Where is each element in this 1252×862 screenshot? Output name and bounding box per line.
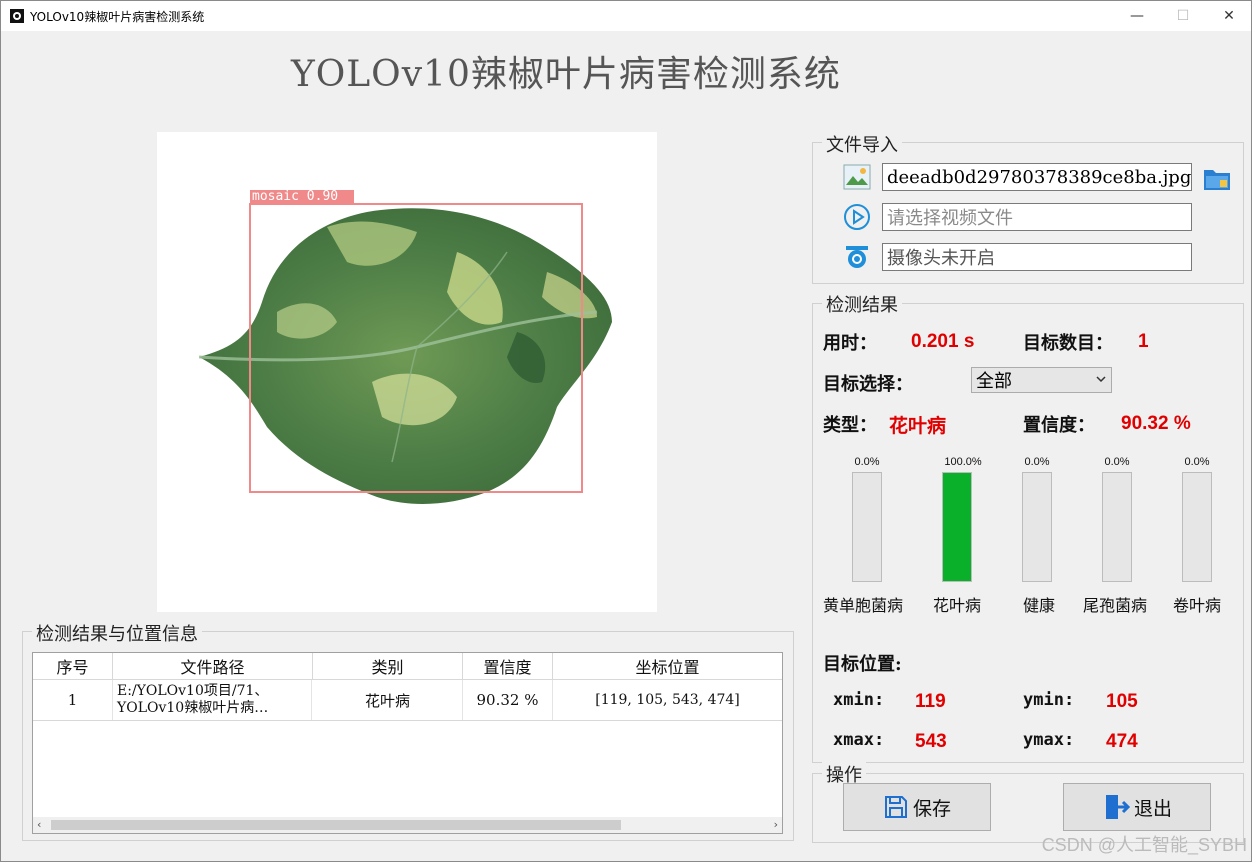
image-file-value: deeadb0d29780378389ce8ba.jpg xyxy=(887,166,1192,188)
type-value: 花叶病 xyxy=(889,415,947,437)
ymax-label: ymax: xyxy=(1023,730,1075,750)
save-button[interactable]: 保存 xyxy=(843,783,991,831)
video-file-placeholder: 请选择视频文件 xyxy=(887,208,1013,229)
file-import-legend: 文件导入 xyxy=(822,131,902,157)
exit-icon xyxy=(1105,795,1131,819)
detection-result-legend: 检测结果 xyxy=(822,291,902,317)
window-title: YOLOv10辣椒叶片病害检测系统 xyxy=(30,10,205,24)
time-value: 0.201 s xyxy=(911,331,975,352)
maximize-icon: ☐ xyxy=(1176,8,1190,24)
type-label: 类型： xyxy=(823,415,877,436)
prob-class-3: 尾孢菌病 xyxy=(1083,596,1148,615)
image-view: mosaic 0.90 xyxy=(157,132,657,612)
camera-icon[interactable] xyxy=(843,243,871,271)
page-title: YOLOv10辣椒叶片病害检测系统 xyxy=(291,54,841,95)
results-table-legend: 检测结果与位置信息 xyxy=(32,620,202,646)
xmax-label: xmax: xyxy=(833,730,885,750)
confidence-value: 90.32 % xyxy=(1121,413,1191,434)
cell-path-line1: E:/YOLOv10项目/71、 xyxy=(117,683,269,699)
prob-bar-0 xyxy=(852,472,882,582)
save-icon xyxy=(884,796,907,818)
cell-confidence: 90.32 % xyxy=(463,680,553,720)
prob-class-1: 花叶病 xyxy=(933,596,982,615)
prob-bar-fill-1 xyxy=(943,473,971,581)
cell-index: 1 xyxy=(33,680,113,720)
video-file-field[interactable]: 请选择视频文件 xyxy=(882,203,1192,231)
minimize-icon: — xyxy=(1130,8,1144,24)
close-button[interactable]: ✕ xyxy=(1206,1,1252,31)
table-row[interactable]: 1 E:/YOLOv10项目/71、 YOLOv10辣椒叶片病… 花叶病 90.… xyxy=(33,653,782,721)
prob-class-0: 黄单胞菌病 xyxy=(823,596,904,615)
leaf-image xyxy=(198,190,612,504)
cell-category: 花叶病 xyxy=(313,680,463,720)
cell-coords: [119, 105, 543, 474] xyxy=(595,692,740,708)
target-select[interactable]: 全部 xyxy=(971,367,1112,393)
prob-percent-3: 0.0% xyxy=(1104,456,1130,468)
minimize-button[interactable]: — xyxy=(1114,1,1160,31)
xmin-label: xmin: xyxy=(833,690,885,710)
prob-percent-2: 0.0% xyxy=(1024,456,1050,468)
target-select-label: 目标选择： xyxy=(823,374,913,395)
count-label: 目标数目： xyxy=(1023,333,1113,354)
scrollbar-thumb[interactable] xyxy=(51,820,621,830)
camera-status-field[interactable]: 摄像头未开启 xyxy=(882,243,1192,271)
folder-icon[interactable] xyxy=(1202,164,1232,192)
ymin-label: ymin: xyxy=(1023,690,1075,710)
title-bar[interactable]: YOLOv10辣椒叶片病害检测系统 — ☐ ✕ xyxy=(1,1,1251,31)
cell-path-line2: YOLOv10辣椒叶片病… xyxy=(117,700,269,716)
xmax-value: 543 xyxy=(915,731,947,752)
watermark: CSDN @人工智能_SYBH xyxy=(1041,835,1247,855)
prob-percent-0: 0.0% xyxy=(854,456,880,468)
target-select-value: 全部 xyxy=(976,371,1012,392)
scroll-right-icon[interactable]: › xyxy=(774,818,778,831)
results-table[interactable]: 序号 文件路径 类别 置信度 坐标位置 1 E:/YOLOv10项目/71、 Y… xyxy=(32,652,783,834)
xmin-value: 119 xyxy=(915,691,946,712)
horizontal-scrollbar[interactable]: ‹ › xyxy=(33,817,782,833)
image-file-field[interactable]: deeadb0d29780378389ce8ba.jpg xyxy=(882,163,1192,191)
exit-button-label: 退出 xyxy=(1133,797,1172,820)
app-icon xyxy=(10,9,24,23)
detection-label: mosaic 0.90 xyxy=(252,189,339,204)
prob-percent-1: 100.0% xyxy=(944,456,982,468)
time-label: 用时： xyxy=(823,333,877,354)
prob-bar-1 xyxy=(942,472,972,582)
confidence-label: 置信度： xyxy=(1023,415,1095,436)
video-play-icon[interactable] xyxy=(843,203,871,231)
ymax-value: 474 xyxy=(1106,731,1138,752)
position-label: 目标位置: xyxy=(823,654,902,675)
close-icon: ✕ xyxy=(1223,8,1235,24)
image-file-icon[interactable] xyxy=(843,164,871,190)
ymin-value: 105 xyxy=(1106,691,1138,712)
prob-percent-4: 0.0% xyxy=(1184,456,1210,468)
prob-class-2: 健康 xyxy=(1023,596,1056,615)
prob-bar-4 xyxy=(1182,472,1212,582)
cell-path: E:/YOLOv10项目/71、 YOLOv10辣椒叶片病… xyxy=(113,680,312,720)
chevron-down-icon xyxy=(1096,376,1106,383)
prob-bar-2 xyxy=(1022,472,1052,582)
scroll-left-icon[interactable]: ‹ xyxy=(37,818,41,831)
prob-bar-3 xyxy=(1102,472,1132,582)
count-value: 1 xyxy=(1138,331,1149,352)
save-button-label: 保存 xyxy=(912,797,951,820)
maximize-button[interactable]: ☐ xyxy=(1160,1,1206,31)
exit-button[interactable]: 退出 xyxy=(1063,783,1211,831)
main-window: YOLOv10辣椒叶片病害检测系统 — ☐ ✕ YOLOv10辣椒叶片病害检测系… xyxy=(0,0,1252,862)
prob-class-4: 卷叶病 xyxy=(1173,596,1222,615)
camera-status: 摄像头未开启 xyxy=(887,248,995,269)
